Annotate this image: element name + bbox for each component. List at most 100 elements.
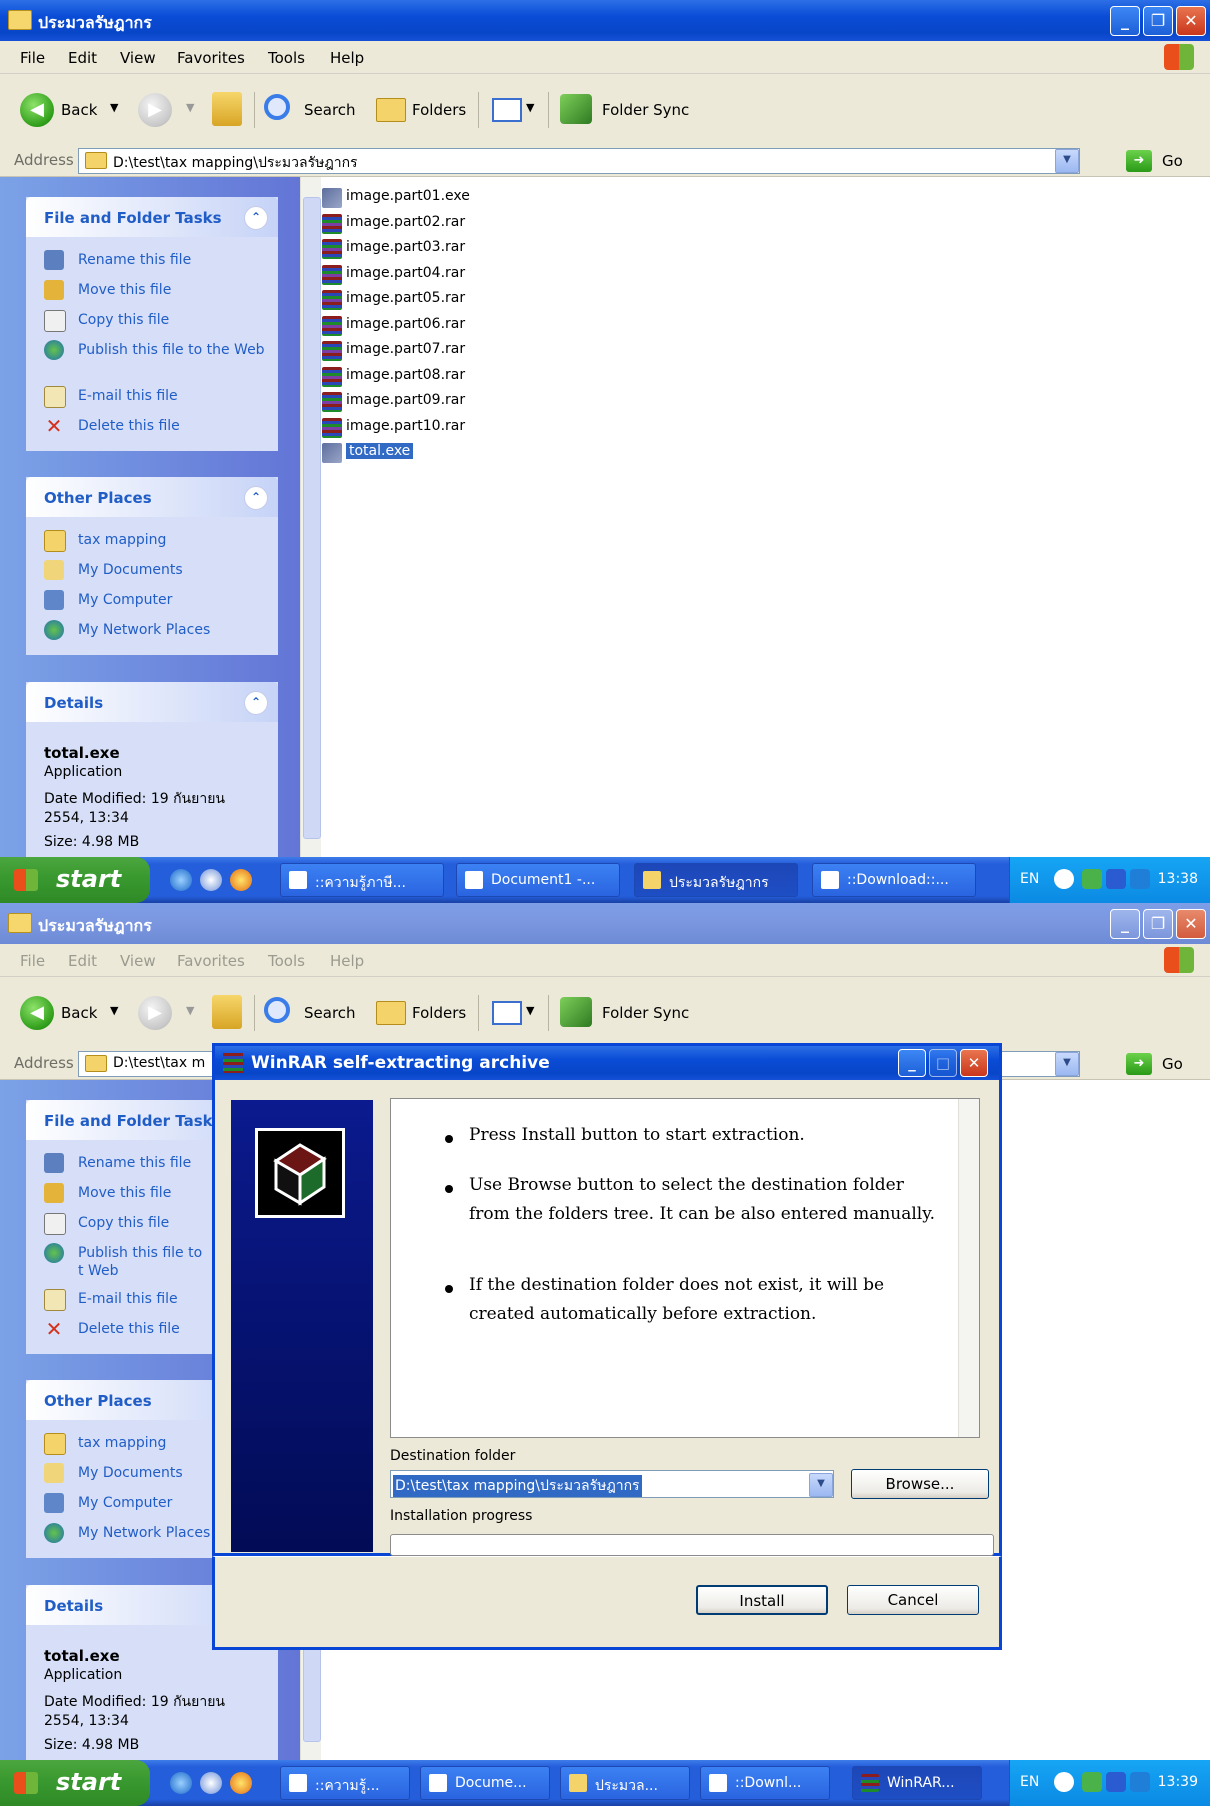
vertical-scrollbar[interactable] [300, 177, 321, 857]
start-button[interactable]: start [0, 1760, 150, 1806]
file-name[interactable]: image.part04.rar [346, 265, 465, 281]
file-name[interactable]: image.part10.rar [346, 418, 465, 434]
browse-button[interactable]: Browse... [851, 1469, 989, 1499]
back-dropdown-icon[interactable]: ▼ [110, 101, 118, 114]
taskbar-button[interactable]: ::Downl... [700, 1766, 830, 1800]
place-tax-mapping[interactable]: tax mapping [26, 525, 278, 555]
instructions-scrollbar[interactable] [958, 1099, 979, 1437]
browser-icon[interactable] [230, 1772, 252, 1794]
search-icon[interactable] [264, 94, 290, 120]
file-name[interactable]: image.part06.rar [346, 316, 465, 332]
minimize-button[interactable]: _ [898, 1049, 926, 1077]
start-button[interactable]: start [0, 857, 150, 903]
ie-icon[interactable] [170, 1772, 192, 1794]
address-dropdown-icon[interactable]: ▼ [1055, 149, 1079, 173]
install-button[interactable]: Install [696, 1585, 828, 1615]
place-my-computer[interactable]: My Computer [26, 585, 278, 615]
taskbar-button-active[interactable]: ประมวลรัษฎากร [634, 863, 798, 897]
taskbar-button-active[interactable]: WinRAR... [852, 1766, 982, 1800]
restore-button[interactable]: ❐ [1143, 909, 1173, 939]
ie-icon[interactable] [170, 869, 192, 891]
go-arrow-icon[interactable]: ➜ [1126, 150, 1152, 172]
place-my-documents[interactable]: My Documents [26, 555, 278, 585]
forward-dropdown-icon[interactable]: ▼ [186, 101, 194, 114]
forward-arrow-icon[interactable]: ▶ [138, 93, 172, 127]
taskbar-button[interactable]: Docume... [420, 1766, 550, 1800]
forward-dropdown-icon[interactable]: ▼ [186, 1004, 194, 1017]
views-icon[interactable] [492, 98, 522, 122]
menu-favorites[interactable]: Favorites [177, 952, 245, 970]
tray-expand-icon[interactable] [1054, 1772, 1074, 1792]
file-name[interactable]: image.part07.rar [346, 341, 465, 357]
go-button[interactable]: Go [1162, 152, 1183, 170]
menu-favorites[interactable]: Favorites [177, 49, 245, 67]
tray-expand-icon[interactable] [1054, 869, 1074, 889]
forward-arrow-icon[interactable]: ▶ [138, 996, 172, 1030]
folder-sync-icon[interactable] [560, 997, 592, 1027]
taskbar-button[interactable]: ประมวล... [560, 1766, 690, 1800]
folders-button[interactable]: Folders [412, 1004, 466, 1022]
back-dropdown-icon[interactable]: ▼ [110, 1004, 118, 1017]
media-icon[interactable] [200, 869, 222, 891]
back-arrow-icon[interactable]: ◀ [20, 93, 54, 127]
tray-icon[interactable] [1130, 1772, 1150, 1792]
collapse-chevron-icon[interactable]: ⌃ [244, 486, 268, 510]
search-button[interactable]: Search [304, 101, 356, 119]
minimize-button[interactable]: _ [1110, 6, 1140, 36]
file-name[interactable]: image.part01.exe [346, 188, 470, 204]
taskbar-button[interactable]: ::ความรู้ภาษี... [280, 863, 444, 897]
up-folder-icon[interactable] [212, 995, 242, 1029]
folders-icon[interactable] [376, 98, 406, 122]
views-icon[interactable] [492, 1001, 522, 1025]
file-name[interactable]: total.exe [346, 443, 414, 459]
views-dropdown-icon[interactable]: ▼ [526, 101, 534, 114]
taskbar-button[interactable]: ::Download::... [812, 863, 976, 897]
place-my-network[interactable]: My Network Places [26, 615, 278, 645]
collapse-chevron-icon[interactable]: ⌃ [244, 691, 268, 715]
search-button[interactable]: Search [304, 1004, 356, 1022]
folder-sync-button[interactable]: Folder Sync [602, 1004, 689, 1022]
collapse-chevron-icon[interactable]: ⌃ [244, 206, 268, 230]
back-arrow-icon[interactable]: ◀ [20, 996, 54, 1030]
language-indicator[interactable]: EN [1020, 1774, 1039, 1790]
panel-header[interactable]: Other Places ⌃ [26, 477, 278, 517]
destination-value[interactable]: D:\test\tax mapping\ประมวลรัษฎากร [393, 1475, 642, 1497]
file-name[interactable]: image.part08.rar [346, 367, 465, 383]
menu-file[interactable]: File [20, 952, 45, 970]
browser-icon[interactable] [230, 869, 252, 891]
file-name[interactable]: image.part05.rar [346, 290, 465, 306]
close-button[interactable]: ✕ [960, 1049, 988, 1077]
menu-view[interactable]: View [120, 952, 156, 970]
close-button[interactable]: ✕ [1176, 909, 1206, 939]
tray-icon[interactable] [1106, 869, 1126, 889]
menu-view[interactable]: View [120, 49, 156, 67]
network-tray-icon[interactable] [1082, 1772, 1102, 1792]
network-tray-icon[interactable] [1082, 869, 1102, 889]
close-button[interactable]: ✕ [1176, 6, 1206, 36]
restore-button[interactable]: ❐ [1143, 6, 1173, 36]
task-publish[interactable]: Publish this file to the Web [26, 335, 278, 381]
up-folder-icon[interactable] [212, 92, 242, 126]
task-rename[interactable]: Rename this file [26, 245, 278, 275]
back-button-label[interactable]: Back [61, 1004, 97, 1022]
folders-icon[interactable] [376, 1001, 406, 1025]
scrollbar-thumb[interactable] [303, 197, 321, 839]
chevron-down-icon[interactable]: ▼ [809, 1473, 833, 1497]
file-name[interactable]: image.part09.rar [346, 392, 465, 408]
panel-header[interactable]: File and Folder Tasks ⌃ [26, 197, 278, 237]
task-email[interactable]: E-mail this file [26, 381, 278, 411]
destination-folder-combo[interactable]: D:\test\tax mapping\ประมวลรัษฎากร ▼ [390, 1470, 834, 1498]
go-button[interactable]: Go [1162, 1055, 1183, 1073]
task-delete[interactable]: ✕ Delete this file [26, 411, 278, 441]
tray-icon[interactable] [1106, 1772, 1126, 1792]
cancel-button[interactable]: Cancel [847, 1585, 979, 1615]
menu-help[interactable]: Help [330, 952, 364, 970]
file-name[interactable]: image.part02.rar [346, 214, 465, 230]
folders-button[interactable]: Folders [412, 101, 466, 119]
menu-edit[interactable]: Edit [68, 49, 97, 67]
tray-icon[interactable] [1130, 869, 1150, 889]
back-button-label[interactable]: Back [61, 101, 97, 119]
address-input[interactable]: D:\test\tax mapping\ประมวลรัษฎากร ▼ [78, 148, 1080, 174]
language-indicator[interactable]: EN [1020, 871, 1039, 887]
taskbar-button[interactable]: ::ความรู้... [280, 1766, 410, 1800]
